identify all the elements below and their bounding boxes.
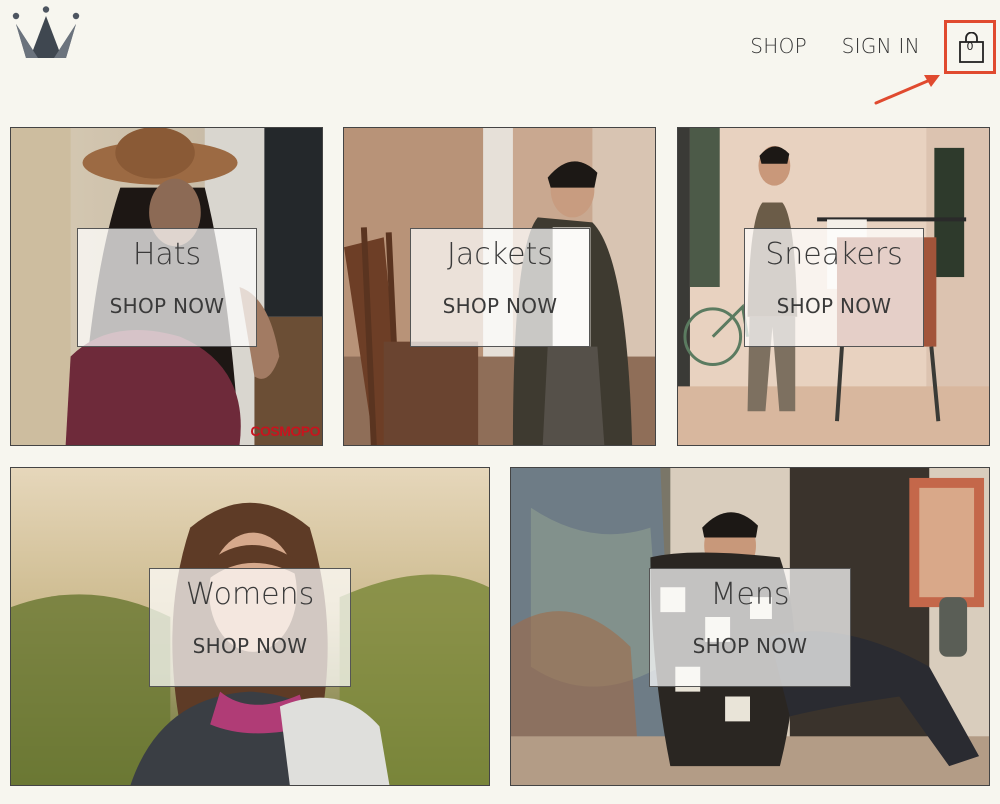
- cart-button[interactable]: 0: [944, 20, 996, 74]
- category-tile-hats[interactable]: COSMOPO Hats SHOP NOW: [10, 127, 323, 446]
- shop-now-link[interactable]: SHOP NOW: [411, 294, 589, 318]
- shop-now-link[interactable]: SHOP NOW: [745, 294, 923, 318]
- category-title: Sneakers: [765, 237, 903, 272]
- womens-label-box[interactable]: Womens SHOP NOW: [149, 568, 351, 687]
- category-title: Hats: [132, 237, 202, 272]
- cart-count: 0: [966, 40, 974, 53]
- crown-icon[interactable]: [12, 6, 80, 60]
- magazine-watermark: COSMOPO: [250, 423, 320, 439]
- nav-signin-link[interactable]: SIGN IN: [842, 34, 920, 58]
- category-tile-jackets[interactable]: Jackets SHOP NOW: [343, 127, 656, 446]
- annotation-arrow-icon: [874, 75, 940, 105]
- category-title: Jackets: [447, 237, 553, 272]
- category-title: Womens: [185, 577, 315, 612]
- jackets-label-box[interactable]: Jackets SHOP NOW: [410, 228, 590, 347]
- hats-label-box[interactable]: Hats SHOP NOW: [77, 228, 257, 347]
- shop-now-link[interactable]: SHOP NOW: [650, 634, 850, 658]
- category-tile-mens[interactable]: Mens SHOP NOW: [510, 467, 990, 786]
- mens-label-box[interactable]: Mens SHOP NOW: [649, 568, 851, 687]
- category-title: Mens: [710, 577, 790, 612]
- shop-now-link[interactable]: SHOP NOW: [150, 634, 350, 658]
- category-tile-womens[interactable]: Womens SHOP NOW: [10, 467, 490, 786]
- sneakers-label-box[interactable]: Sneakers SHOP NOW: [744, 228, 924, 347]
- nav-shop-link[interactable]: SHOP: [750, 34, 807, 58]
- shop-now-link[interactable]: SHOP NOW: [78, 294, 256, 318]
- category-tile-sneakers[interactable]: Sneakers SHOP NOW: [677, 127, 990, 446]
